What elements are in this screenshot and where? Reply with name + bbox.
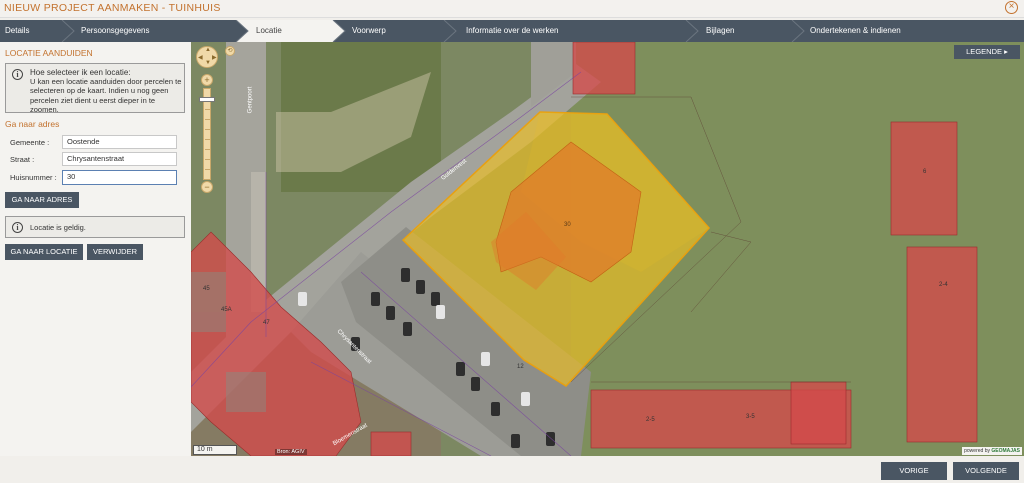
zoom-out-button[interactable]: −	[201, 181, 213, 193]
footer: VORIGE VOLGENDE	[0, 456, 1024, 483]
goto-location-button[interactable]: GA NAAR LOCATIE	[5, 244, 83, 260]
info-heading: Hoe selecteer ik een locatie:	[30, 68, 131, 77]
window-titlebar: NIEUW PROJECT AANMAKEN - TUINHUIS ×	[0, 0, 1024, 18]
straat-label: Straat :	[10, 155, 35, 164]
gemeente-label: Gemeente :	[10, 138, 50, 147]
powered-by-label: powered by	[964, 448, 990, 454]
next-button[interactable]: VOLGENDE	[953, 462, 1019, 480]
step-persoonsgegevens[interactable]: Persoonsgegevens	[81, 20, 150, 42]
map-view[interactable]: Gentpoort Guldenvest Chrysantenstraat Bl…	[191, 42, 1024, 456]
step-voorwerp[interactable]: Voorwerp	[352, 20, 386, 42]
zoom-reset-icon[interactable]: ⟲	[225, 46, 235, 56]
house-number-45: 45	[203, 286, 210, 292]
legend-button[interactable]: LEGENDE ▸	[954, 45, 1020, 59]
straat-field[interactable]: Chrysantenstraat	[62, 152, 177, 166]
close-icon[interactable]: ×	[1005, 1, 1018, 14]
info-icon: i	[12, 69, 23, 80]
status-info-icon: i	[12, 222, 23, 233]
house-number-47: 47	[263, 320, 270, 326]
goto-address-button[interactable]: GA NAAR ADRES	[5, 192, 79, 208]
step-ondertekenen[interactable]: Ondertekenen & indienen	[810, 20, 901, 42]
step-bijlagen[interactable]: Bijlagen	[706, 20, 734, 42]
section-title-locatie: LOCATIE AANDUIDEN	[5, 48, 93, 58]
status-box: i Locatie is geldig.	[5, 216, 185, 238]
info-box: i Hoe selecteer ik een locatie: U kan ee…	[5, 63, 185, 114]
house-number-6: 6	[923, 169, 927, 175]
address-section-title: Ga naar adres	[5, 119, 60, 129]
house-number-45a: 45A	[221, 307, 232, 313]
zoom-in-button[interactable]: +	[201, 74, 213, 86]
house-number-2-4: 2-4	[939, 282, 948, 288]
street-label-gentpoort: Gentpoort	[247, 86, 254, 114]
aerial-map[interactable]	[191, 42, 1024, 456]
previous-button[interactable]: VORIGE	[881, 462, 947, 480]
map-source: Bron: AGIV	[275, 449, 307, 455]
house-number-2-5: 2-5	[646, 417, 655, 423]
huisnummer-field[interactable]: 30	[62, 170, 177, 185]
step-locatie[interactable]: Locatie	[256, 20, 282, 42]
wizard-steps: Details Persoonsgegevens Locatie Voorwer…	[0, 20, 1024, 42]
pan-control[interactable]: ▲ ▼ ◀ ▶	[196, 46, 218, 68]
house-number-3-5: 3-5	[746, 414, 755, 420]
legend-label: LEGENDE	[966, 47, 1002, 56]
gemeente-field[interactable]: Oostende	[62, 135, 177, 149]
step-informatie-werken[interactable]: Informatie over de werken	[466, 20, 559, 42]
step-details[interactable]: Details	[5, 20, 29, 42]
house-number-12: 12	[517, 364, 524, 370]
powered-by: powered by GEOMAJAS	[962, 447, 1022, 455]
house-number-30: 30	[564, 222, 571, 228]
geomajas-logo: GEOMAJAS	[991, 448, 1020, 454]
status-text: Locatie is geldig.	[30, 223, 86, 232]
zoom-slider-handle[interactable]	[199, 97, 215, 102]
info-body: U kan een locatie aanduiden door percele…	[30, 77, 182, 114]
window-title: NIEUW PROJECT AANMAKEN - TUINHUIS	[4, 2, 221, 14]
remove-button[interactable]: VERWIJDER	[87, 244, 143, 260]
scale-bar: 10 m	[193, 445, 237, 455]
huisnummer-label: Huisnummer :	[10, 173, 57, 182]
